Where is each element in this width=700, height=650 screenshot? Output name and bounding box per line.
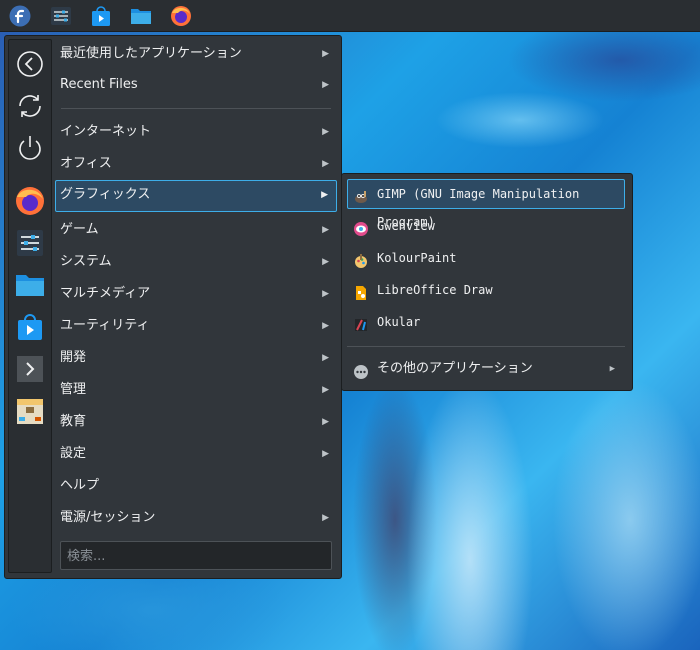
submenu-item-label: Gwenview [377,219,435,233]
chevron-right-icon: ▶ [322,385,329,395]
menu-category-item[interactable]: ヘルプ [55,470,337,502]
application-launcher-menu: 最近使用したアプリケーション ▶ Recent Files ▶ インターネット ▶… [4,35,342,579]
menu-item-label: グラフィックス [60,187,151,202]
menu-item-label: 最近使用したアプリケーション [60,46,242,61]
menu-category-item[interactable]: 設定 ▶ [55,438,337,470]
submenu-item-label: KolourPaint [377,251,457,265]
menu-item-label: インターネット [60,124,152,139]
submenu-item-label: その他のアプリケーション [377,361,533,376]
chevron-right-icon: ▶ [322,257,329,267]
menu-item-label: ゲーム [60,222,99,237]
chevron-right-icon: ▶ [322,417,329,427]
chevron-right-icon: ▶ [322,321,329,331]
archive-icon[interactable] [14,395,46,427]
menu-item-label: マルチメディア [60,286,151,301]
software-store-icon[interactable] [14,311,46,343]
graphics-submenu: GIMP (GNU Image Manipulation Program) Gwe… [341,173,633,391]
submenu-item-label: Okular [377,315,421,329]
submenu-item-label: LibreOffice Draw [377,283,493,297]
submenu-separator [347,346,625,347]
libreoffice-draw-icon [353,282,369,300]
menu-item-label: 設定 [60,446,87,461]
favorites-sidebar [8,39,52,573]
menu-category-item[interactable]: インターネット ▶ [55,116,337,148]
taskbar [0,0,700,32]
terminal-icon[interactable] [14,353,46,385]
system-settings-icon[interactable] [49,4,73,28]
submenu-app-item[interactable]: Okular [347,307,625,337]
gwenview-icon [353,218,369,236]
menu-category-item[interactable]: 教育 ▶ [55,406,337,438]
menu-item-recent-files[interactable]: Recent Files ▶ [55,70,337,100]
back-arrow-icon[interactable] [14,48,46,80]
submenu-app-item[interactable]: KolourPaint [347,243,625,273]
submenu-app-item[interactable]: LibreOffice Draw [347,275,625,305]
file-manager-icon[interactable] [14,269,46,301]
chevron-right-icon: ▶ [322,353,329,363]
gimp-icon [353,186,369,203]
search-input[interactable]: 検索... [60,541,332,570]
menu-category-item[interactable]: システム ▶ [55,246,337,278]
menu-category-item[interactable]: 管理 ▶ [55,374,337,406]
menu-item-label: 管理 [60,382,87,397]
menu-item-label: 開発 [60,350,87,365]
software-store-icon[interactable] [89,4,113,28]
menu-item-label: システム [60,254,112,269]
menu-category-item[interactable]: グラフィックス ▶ [55,180,337,212]
fedora-logo-icon[interactable] [8,4,32,28]
refresh-icon[interactable] [14,90,46,122]
menu-category-item[interactable]: マルチメディア ▶ [55,278,337,310]
menu-item-label: Recent Files [60,77,138,92]
okular-icon [353,314,369,331]
menu-category-item[interactable]: オフィス ▶ [55,148,337,180]
more-dots-icon [353,361,369,379]
menu-category-item[interactable]: 電源/セッション ▶ [55,502,337,534]
firefox-icon[interactable] [14,185,46,217]
menu-category-item[interactable]: 開発 ▶ [55,342,337,374]
chevron-right-icon: ▶ [609,364,615,374]
chevron-right-icon: ▶ [322,127,329,137]
system-settings-icon[interactable] [14,227,46,259]
menu-items: 最近使用したアプリケーション ▶ Recent Files ▶ インターネット ▶… [55,38,337,534]
power-icon[interactable] [14,132,46,164]
menu-separator [61,108,331,109]
firefox-icon[interactable] [169,4,193,28]
kolourpaint-icon [353,250,369,268]
submenu-app-item[interactable]: Gwenview [347,211,625,241]
menu-item-label: ヘルプ [60,478,100,493]
menu-item-label: 電源/セッション [60,510,156,525]
menu-item-label: ユーティリティ [60,318,150,333]
submenu-app-item[interactable]: GIMP (GNU Image Manipulation Program) [347,179,625,229]
chevron-right-icon: ▶ [321,190,328,200]
menu-category-item[interactable]: ユーティリティ ▶ [55,310,337,342]
chevron-right-icon: ▶ [322,49,329,59]
submenu-item-more-apps[interactable]: その他のアプリケーション ▶ [347,354,625,384]
menu-item-recent-apps[interactable]: 最近使用したアプリケーション ▶ [55,38,337,70]
chevron-right-icon: ▶ [322,289,329,299]
menu-category-item[interactable]: ゲーム ▶ [55,214,337,246]
menu-item-label: オフィス [60,156,112,171]
menu-item-label: 教育 [60,414,87,429]
chevron-right-icon: ▶ [322,513,329,523]
chevron-right-icon: ▶ [322,449,329,459]
chevron-right-icon: ▶ [322,225,329,235]
chevron-right-icon: ▶ [322,80,329,90]
file-manager-icon[interactable] [129,4,153,28]
chevron-right-icon: ▶ [322,159,329,169]
